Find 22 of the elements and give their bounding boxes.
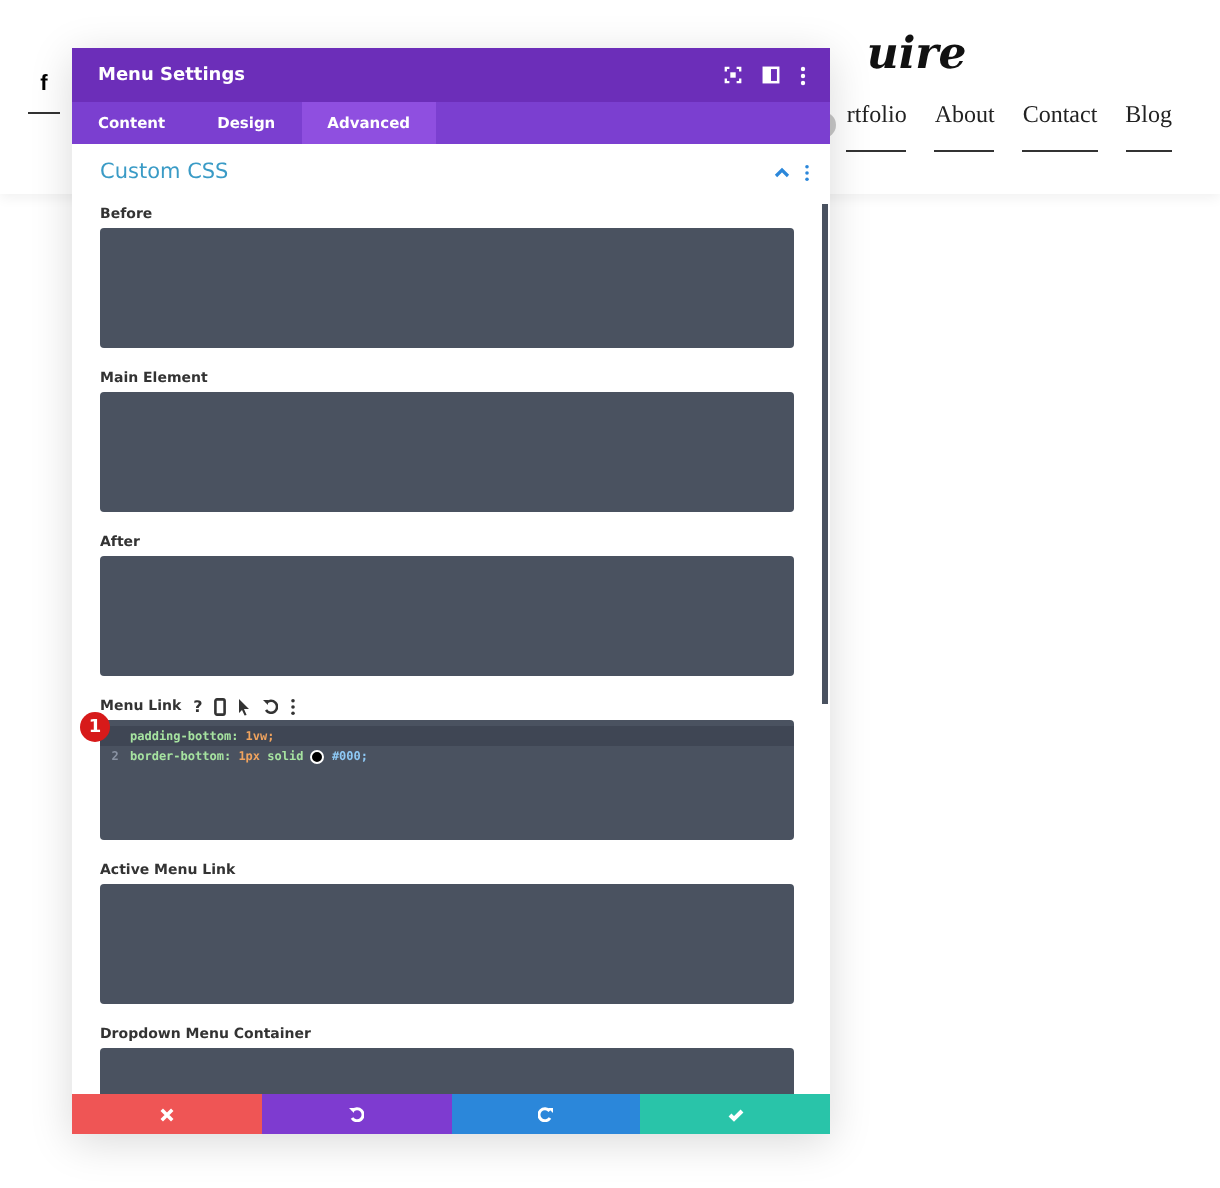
check-icon xyxy=(727,1107,744,1121)
undo-icon xyxy=(348,1106,365,1122)
more-icon[interactable] xyxy=(800,65,806,85)
phone-icon[interactable] xyxy=(214,697,227,715)
facebook-link[interactable]: f xyxy=(28,72,60,114)
modal-title: Menu Settings xyxy=(98,65,245,85)
split-view-icon[interactable] xyxy=(762,66,780,84)
help-icon[interactable]: ? xyxy=(193,697,203,715)
nav-link[interactable]: rtfolio xyxy=(846,100,907,152)
undo-icon[interactable] xyxy=(262,698,279,714)
redo-icon xyxy=(537,1106,554,1122)
step-badge: 1 xyxy=(80,712,110,742)
collapse-icon[interactable] xyxy=(774,166,790,178)
nav-link[interactable]: About xyxy=(934,100,995,152)
nav-link[interactable]: Blog xyxy=(1125,100,1172,152)
focus-icon[interactable] xyxy=(724,66,742,84)
nav-link[interactable]: Contact xyxy=(1022,100,1098,152)
cursor-icon[interactable] xyxy=(238,697,251,715)
close-icon xyxy=(159,1107,174,1121)
more-icon[interactable] xyxy=(290,697,297,715)
color-swatch[interactable] xyxy=(310,749,325,763)
site-logo[interactable]: uire xyxy=(866,28,967,80)
